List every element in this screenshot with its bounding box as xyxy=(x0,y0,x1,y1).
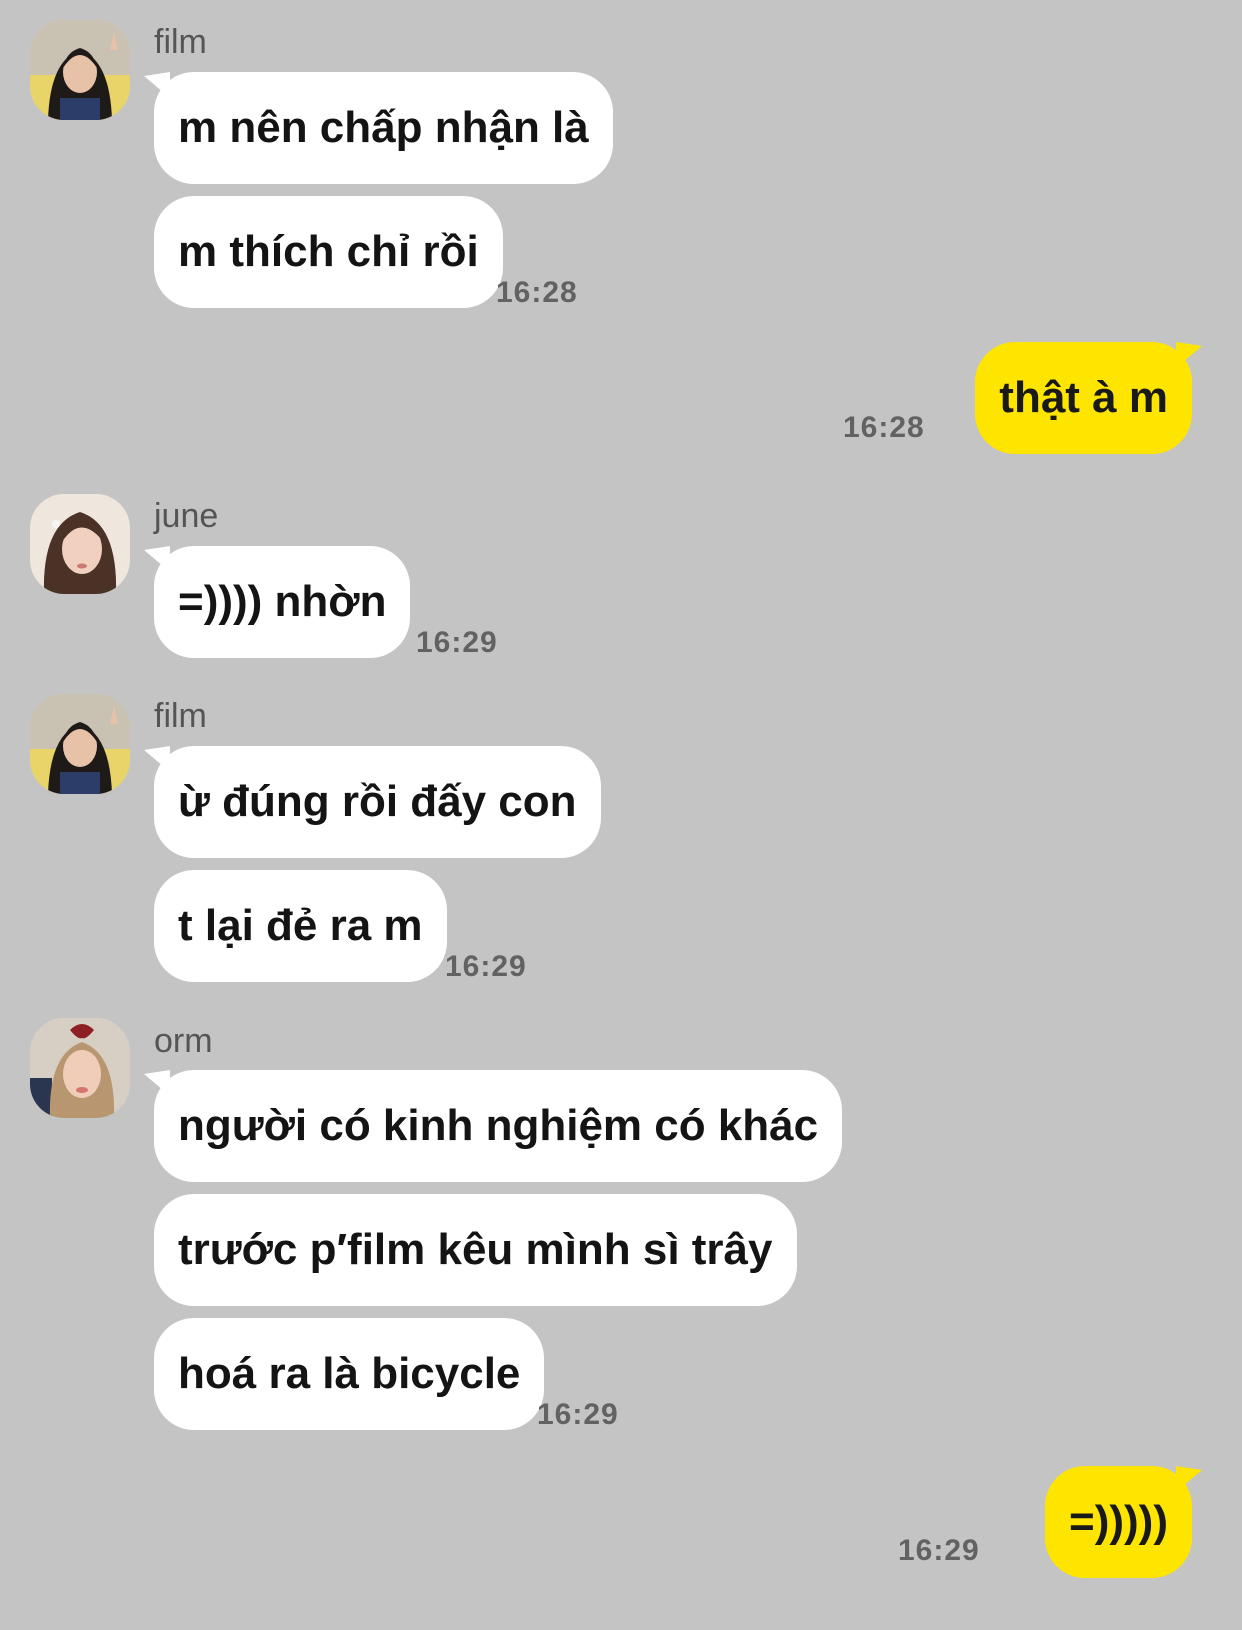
bubble-tail xyxy=(144,72,170,98)
sender-name: film xyxy=(154,23,207,61)
message-bubble-outgoing[interactable]: =))))) xyxy=(1045,1466,1202,1578)
message-text: m nên chấp nhận là xyxy=(178,103,589,152)
bubble-tail xyxy=(1176,342,1202,368)
message-bubble[interactable]: m thích chỉ rồi xyxy=(154,196,503,308)
message-timestamp: 16:28 xyxy=(496,276,578,309)
message-text: thật à m xyxy=(999,373,1168,422)
avatar-june-image xyxy=(30,494,130,594)
message-bubble[interactable]: m nên chấp nhận là xyxy=(144,72,613,184)
bubble-tail xyxy=(144,746,170,772)
avatar-film-image xyxy=(30,694,130,794)
sender-name: film xyxy=(154,697,207,735)
avatar-orm-image xyxy=(30,1018,130,1118)
message-timestamp: 16:29 xyxy=(416,626,498,659)
avatar-film-image xyxy=(30,20,130,120)
message-bubble-outgoing[interactable]: thật à m xyxy=(975,342,1202,454)
bubble-tail xyxy=(144,1070,170,1096)
message-text: trước p′film kêu mình sì trây xyxy=(178,1225,773,1274)
message-text: hoá ra là bicycle xyxy=(178,1349,521,1398)
avatar-june[interactable] xyxy=(30,494,130,594)
sender-name: june xyxy=(154,497,219,535)
bubble-tail xyxy=(1176,1466,1202,1492)
message-timestamp: 16:29 xyxy=(898,1534,980,1567)
message-timestamp: 16:28 xyxy=(843,411,925,444)
avatar-film[interactable] xyxy=(30,694,130,794)
message-bubble[interactable]: trước p′film kêu mình sì trây xyxy=(154,1194,797,1306)
sender-name: orm xyxy=(154,1022,213,1060)
message-bubble[interactable]: người có kinh nghiệm có khác xyxy=(144,1070,843,1182)
avatar-film[interactable] xyxy=(30,20,130,120)
message-bubble[interactable]: t lại đẻ ra m xyxy=(154,870,447,982)
avatar-orm[interactable] xyxy=(30,1018,130,1118)
message-bubble[interactable]: hoá ra là bicycle xyxy=(154,1318,545,1430)
message-text: t lại đẻ ra m xyxy=(178,901,423,950)
message-text: ừ đúng rồi đấy con xyxy=(178,777,577,826)
message-bubble[interactable]: ừ đúng rồi đấy con xyxy=(144,746,601,858)
message-text: m thích chỉ rồi xyxy=(178,227,479,276)
bubble-tail xyxy=(144,546,170,572)
message-text: =)))) nhờn xyxy=(178,577,387,626)
message-text: =))))) xyxy=(1069,1497,1168,1546)
message-timestamp: 16:29 xyxy=(537,1398,619,1431)
message-bubble[interactable]: =)))) nhờn xyxy=(144,546,411,658)
message-timestamp: 16:29 xyxy=(445,950,527,983)
message-text: người có kinh nghiệm có khác xyxy=(178,1101,819,1150)
chat-message-list[interactable]: film m nên chấp nhận là m thích chỉ rồi … xyxy=(0,0,1242,1630)
